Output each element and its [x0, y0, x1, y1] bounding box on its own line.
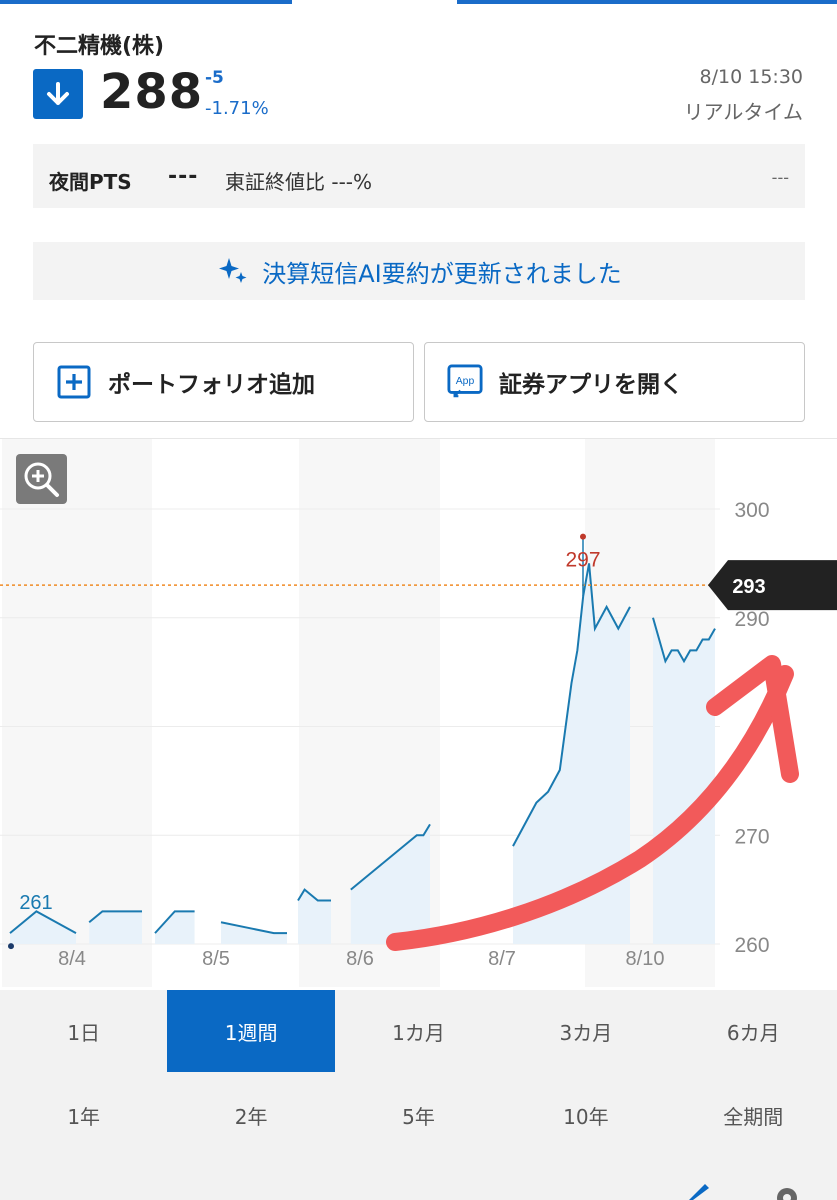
- pts-panel: 夜間PTS --- 東証終値比 ---% ---: [33, 144, 805, 208]
- app-icon-text: App: [456, 376, 475, 387]
- x-tick-label: 8/4: [58, 948, 86, 970]
- tab-1[interactable]: 1日: [0, 990, 167, 1072]
- pts-right-value: ---: [771, 168, 789, 187]
- pts-label: 夜間PTS: [49, 170, 132, 194]
- tab-7[interactable]: 2年: [167, 1074, 334, 1156]
- pts-compare: 東証終値比 ---%: [225, 170, 373, 194]
- tab-6[interactable]: 1年: [0, 1074, 167, 1156]
- tab-9[interactable]: 10年: [502, 1074, 669, 1156]
- pts-value: ---: [168, 164, 199, 189]
- add-portfolio-label: ポートフォリオ追加: [108, 372, 315, 398]
- series-area: [653, 617, 715, 944]
- y-tick-label: 290: [734, 608, 769, 631]
- zoom-in-icon[interactable]: [16, 454, 67, 504]
- x-tick-label: 8/7: [488, 948, 516, 970]
- app-icon: App: [447, 364, 483, 400]
- ai-summary-text: 決算短信AI要約が更新されました: [262, 259, 622, 288]
- pencil-icon[interactable]: [683, 1180, 713, 1200]
- low-marker: [8, 943, 14, 950]
- y-tick-label: 270: [734, 825, 769, 848]
- x-tick-label: 8/5: [202, 948, 230, 970]
- high-value-label: 297: [565, 549, 600, 572]
- tab-10[interactable]: 全期間: [670, 1074, 837, 1156]
- sparkle-icon: [219, 258, 247, 283]
- low-value-label: 261: [19, 892, 52, 914]
- period-tabs: 1日 1週間 1カ月 3カ月 6カ月 1年 2年 5年 10年 全期間: [0, 990, 837, 1200]
- reference-value-label: 293: [732, 576, 765, 598]
- high-marker: [580, 533, 586, 540]
- realtime-label: リアルタイム: [683, 100, 803, 124]
- price-change-percent: -1.71%: [205, 98, 269, 119]
- price-change: -5: [205, 68, 224, 88]
- reference-tag: [708, 560, 837, 611]
- tab-8[interactable]: 5年: [335, 1074, 502, 1156]
- annotation-arrow-head: [706, 655, 799, 783]
- open-app-label: 証券アプリを開く: [499, 372, 683, 398]
- add-portfolio-button[interactable]: ポートフォリオ追加: [33, 342, 414, 422]
- chart-svg: 300 290 270 260 8/4 8/5 8/6 8/7 8/10 293 297 261: [0, 439, 837, 987]
- plus-square-icon: [56, 364, 92, 400]
- tab-4[interactable]: 3カ月: [502, 990, 669, 1072]
- gear-icon[interactable]: [772, 1180, 802, 1200]
- y-tick-label: 260: [734, 934, 769, 957]
- tab-2[interactable]: 1週間: [167, 990, 335, 1072]
- x-tick-label: 8/10: [626, 948, 665, 970]
- top-tab-indicator: [0, 0, 837, 5]
- open-app-button[interactable]: App 証券アプリを開く: [424, 342, 805, 422]
- ai-summary-banner[interactable]: 決算短信AI要約が更新されました: [33, 242, 805, 300]
- tab-5[interactable]: 6カ月: [670, 990, 837, 1072]
- arrow-down-icon: [33, 69, 83, 119]
- y-tick-label: 300: [734, 499, 769, 522]
- stock-price: 288: [100, 64, 204, 120]
- quote-time: 8/10 15:30: [699, 66, 803, 88]
- company-name: 不二精機(株): [34, 34, 165, 59]
- tab-3[interactable]: 1カ月: [335, 990, 502, 1072]
- price-chart[interactable]: 300 290 270 260 8/4 8/5 8/6 8/7 8/10 293 297 261: [0, 438, 837, 990]
- x-tick-label: 8/6: [346, 948, 374, 970]
